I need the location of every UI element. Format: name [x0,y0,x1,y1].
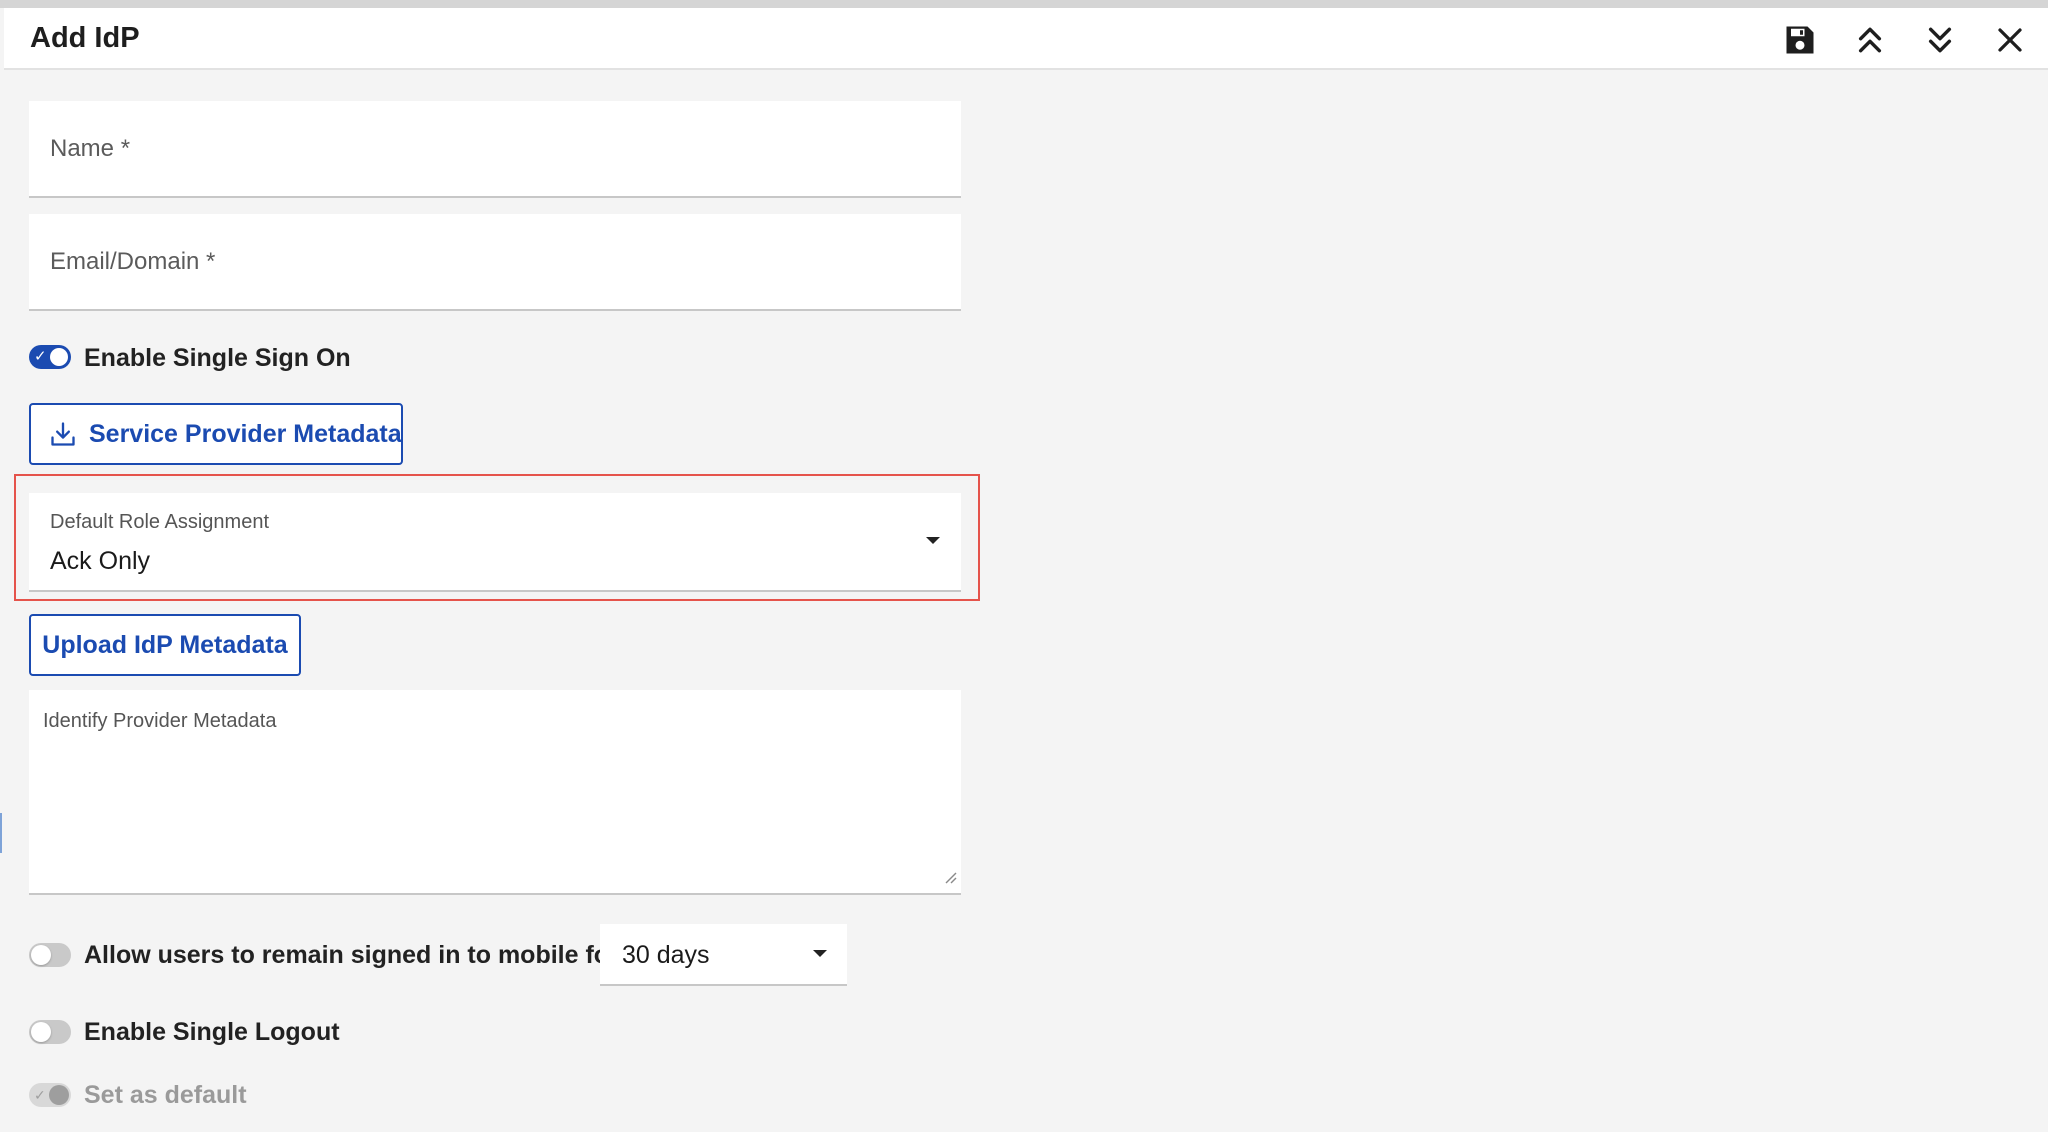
toggle-knob [31,945,51,965]
mobile-signin-label: Allow users to remain signed in to mobil… [84,941,619,969]
mobile-duration-value: 30 days [622,941,710,969]
chevron-double-up-icon[interactable] [1850,20,1890,60]
window-top-edge [0,0,2048,8]
single-logout-label: Enable Single Logout [84,1018,340,1046]
service-provider-metadata-button[interactable]: Service Provider Metadata [29,403,403,465]
check-icon: ✓ [34,348,47,365]
name-field[interactable]: Name * [29,101,961,198]
single-logout-toggle[interactable] [29,1020,71,1044]
default-role-label: Default Role Assignment [50,511,270,533]
dialog-title: Add IdP [30,22,140,54]
sso-toggle[interactable]: ✓ [29,345,71,369]
check-icon: ✓ [34,1087,46,1103]
default-role-select[interactable]: Default Role Assignment Ack Only [29,493,961,592]
toggle-knob [31,1022,51,1042]
dropdown-caret-icon [926,537,940,544]
left-edge-accent [0,813,2,853]
idp-metadata-label: Identify Provider Metadata [43,710,277,732]
save-icon[interactable] [1780,20,1820,60]
mobile-duration-select[interactable]: 30 days [600,924,847,986]
upload-idp-metadata-button[interactable]: Upload IdP Metadata [29,614,301,676]
email-domain-field[interactable]: Email/Domain * [29,214,961,311]
upload-idp-metadata-label: Upload IdP Metadata [42,630,288,659]
name-field-placeholder: Name * [50,135,131,162]
download-icon [49,420,77,448]
default-role-value: Ack Only [50,547,151,575]
set-default-label: Set as default [84,1081,247,1109]
email-domain-placeholder: Email/Domain * [50,248,216,275]
sso-toggle-label: Enable Single Sign On [84,344,351,372]
chevron-double-down-icon[interactable] [1920,20,1960,60]
close-icon[interactable] [1990,20,2030,60]
service-provider-metadata-label: Service Provider Metadata [89,419,402,448]
dialog-header: Add IdP [4,8,2048,70]
set-default-toggle: ✓ [29,1083,71,1107]
mobile-signin-toggle[interactable] [29,943,71,967]
dropdown-caret-icon [813,950,827,957]
idp-metadata-textarea[interactable]: Identify Provider Metadata [29,690,961,895]
toggle-knob [50,348,68,366]
resize-handle-icon[interactable] [943,870,957,889]
toggle-knob [49,1085,69,1105]
